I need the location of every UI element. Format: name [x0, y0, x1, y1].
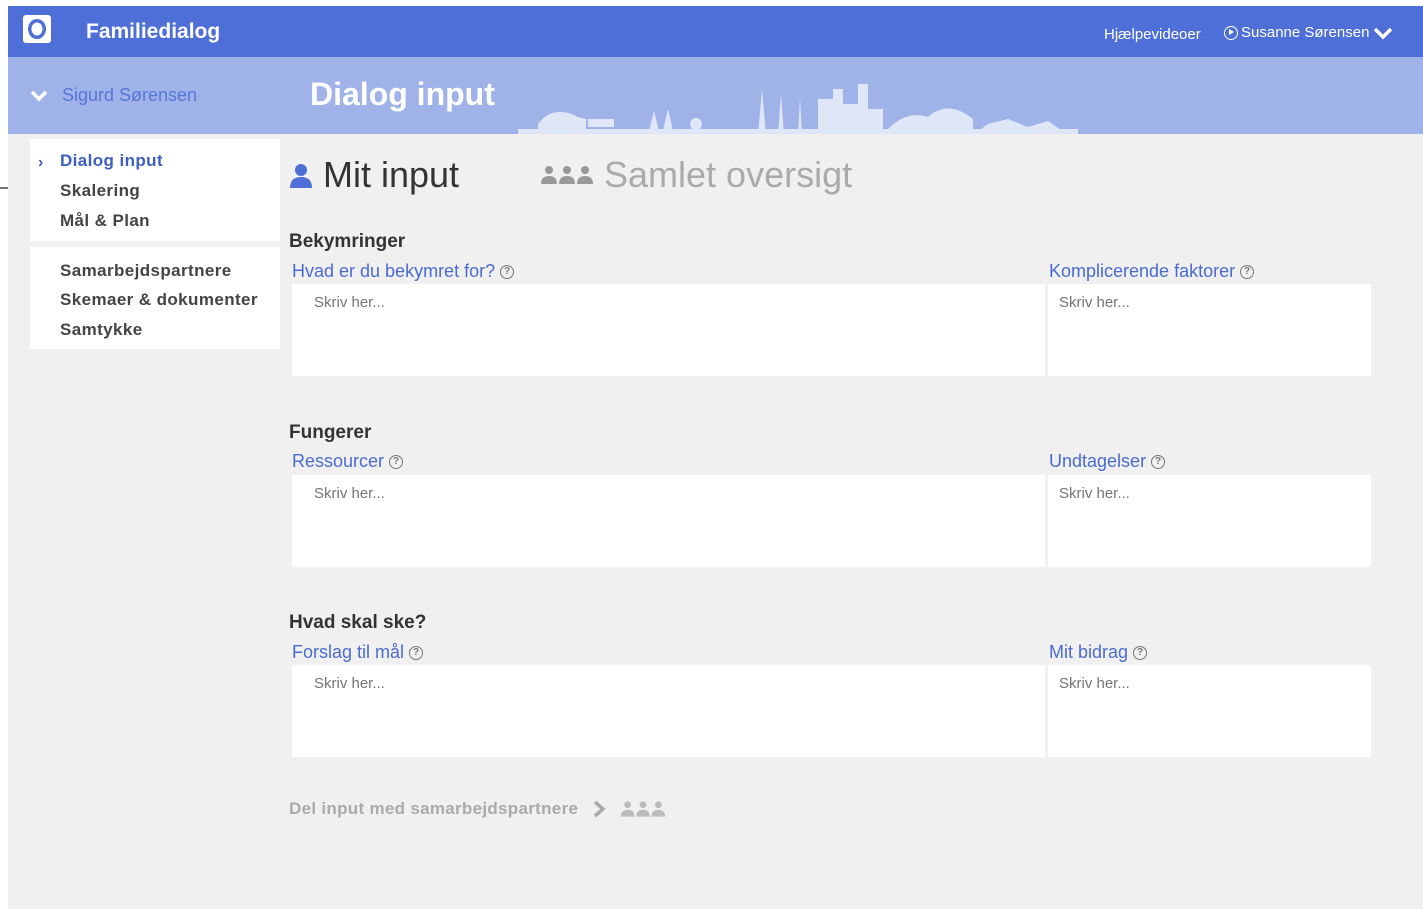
child-selector[interactable]: Sigurd Sørensen [30, 85, 197, 106]
field-label-undtagelser: Undtagelser? [1049, 451, 1166, 472]
header-band: Sigurd Sørensen Dialog input [8, 57, 1423, 134]
nav-item-maal-plan[interactable]: Mål & Plan [60, 211, 150, 231]
forslag-input[interactable] [292, 665, 1045, 757]
help-icon[interactable]: ? [1151, 454, 1166, 469]
field-label-ressourcer: Ressourcer? [292, 451, 404, 472]
chevron-down-icon [1374, 27, 1393, 39]
top-bar: Familiedialog Hjælpevideoer Susanne Søre… [8, 6, 1423, 57]
app-title[interactable]: Familiedialog [86, 20, 220, 44]
section-title-bekymringer: Bekymringer [289, 231, 406, 252]
help-videos-link[interactable]: Hjælpevideoer [1104, 26, 1201, 43]
field-label-bekymret: Hvad er du bekymret for?? [292, 261, 515, 282]
nav-item-skemaer-dokumenter[interactable]: Skemaer & dokumenter [60, 290, 258, 310]
komplicerende-input[interactable] [1048, 284, 1371, 376]
field-label-text: Komplicerende faktorer [1049, 261, 1236, 281]
app-logo-icon[interactable] [22, 14, 52, 44]
user-name: Susanne Sørensen [1241, 24, 1370, 41]
field-label-text: Mit bidrag [1049, 642, 1129, 662]
share-label: Del input med samarbejdspartnere [289, 799, 579, 818]
nav-item-samtykke[interactable]: Samtykke [60, 320, 143, 340]
bekymret-input[interactable] [292, 284, 1045, 376]
group-icon [541, 166, 593, 184]
section-title-fungerer: Fungerer [289, 422, 372, 443]
help-icon[interactable]: ? [1240, 264, 1255, 279]
active-caret-icon: › [38, 154, 44, 171]
help-icon[interactable]: ? [409, 645, 424, 660]
undtagelser-input[interactable] [1048, 475, 1371, 567]
nav-item-samarbejdspartnere[interactable]: Samarbejdspartnere [60, 261, 232, 281]
play-circle-icon [1224, 25, 1238, 40]
person-icon [290, 164, 312, 188]
field-label-komplicerende: Komplicerende faktorer? [1049, 261, 1255, 282]
help-icon[interactable]: ? [389, 454, 404, 469]
mit-bidrag-input[interactable] [1048, 665, 1371, 757]
section-title-hvad-skal-ske: Hvad skal ske? [289, 612, 427, 633]
tab-mit-input-label: Mit input [323, 154, 460, 195]
tab-samlet-oversigt-label: Samlet oversigt [604, 154, 853, 195]
nav-item-skalering[interactable]: Skalering [60, 181, 140, 201]
chevron-down-icon [30, 90, 48, 101]
field-label-mit-bidrag: Mit bidrag? [1049, 642, 1148, 663]
share-input-button[interactable]: Del input med samarbejdspartnere [289, 799, 666, 819]
tab-samlet-oversigt[interactable]: Samlet oversigt [540, 154, 852, 196]
field-label-forslag: Forslag til mål? [292, 642, 424, 663]
child-name: Sigurd Sørensen [62, 85, 198, 105]
user-menu[interactable]: Susanne Sørensen [1224, 24, 1393, 41]
page-title: Dialog input [310, 76, 495, 112]
field-label-text: Undtagelser [1049, 451, 1147, 471]
nav-item-dialog-input[interactable]: Dialog input [60, 151, 163, 171]
help-icon[interactable]: ? [500, 264, 515, 279]
tab-mit-input[interactable]: Mit input [289, 154, 459, 196]
main-nav: › Dialog input Skalering Mål & Plan [30, 139, 280, 241]
field-label-text: Forslag til mål [292, 642, 405, 662]
group-icon [621, 801, 666, 817]
ressourcer-input[interactable] [292, 475, 1045, 567]
app-frame: Familiedialog Hjælpevideoer Susanne Søre… [8, 6, 1423, 909]
secondary-nav: Samarbejdspartnere Skemaer & dokumenter … [30, 247, 280, 349]
chevron-right-icon [594, 800, 606, 818]
skyline-illustration [518, 84, 1078, 134]
help-icon[interactable]: ? [1133, 645, 1148, 660]
field-label-text: Hvad er du bekymret for? [292, 261, 496, 281]
field-label-text: Ressourcer [292, 451, 385, 471]
